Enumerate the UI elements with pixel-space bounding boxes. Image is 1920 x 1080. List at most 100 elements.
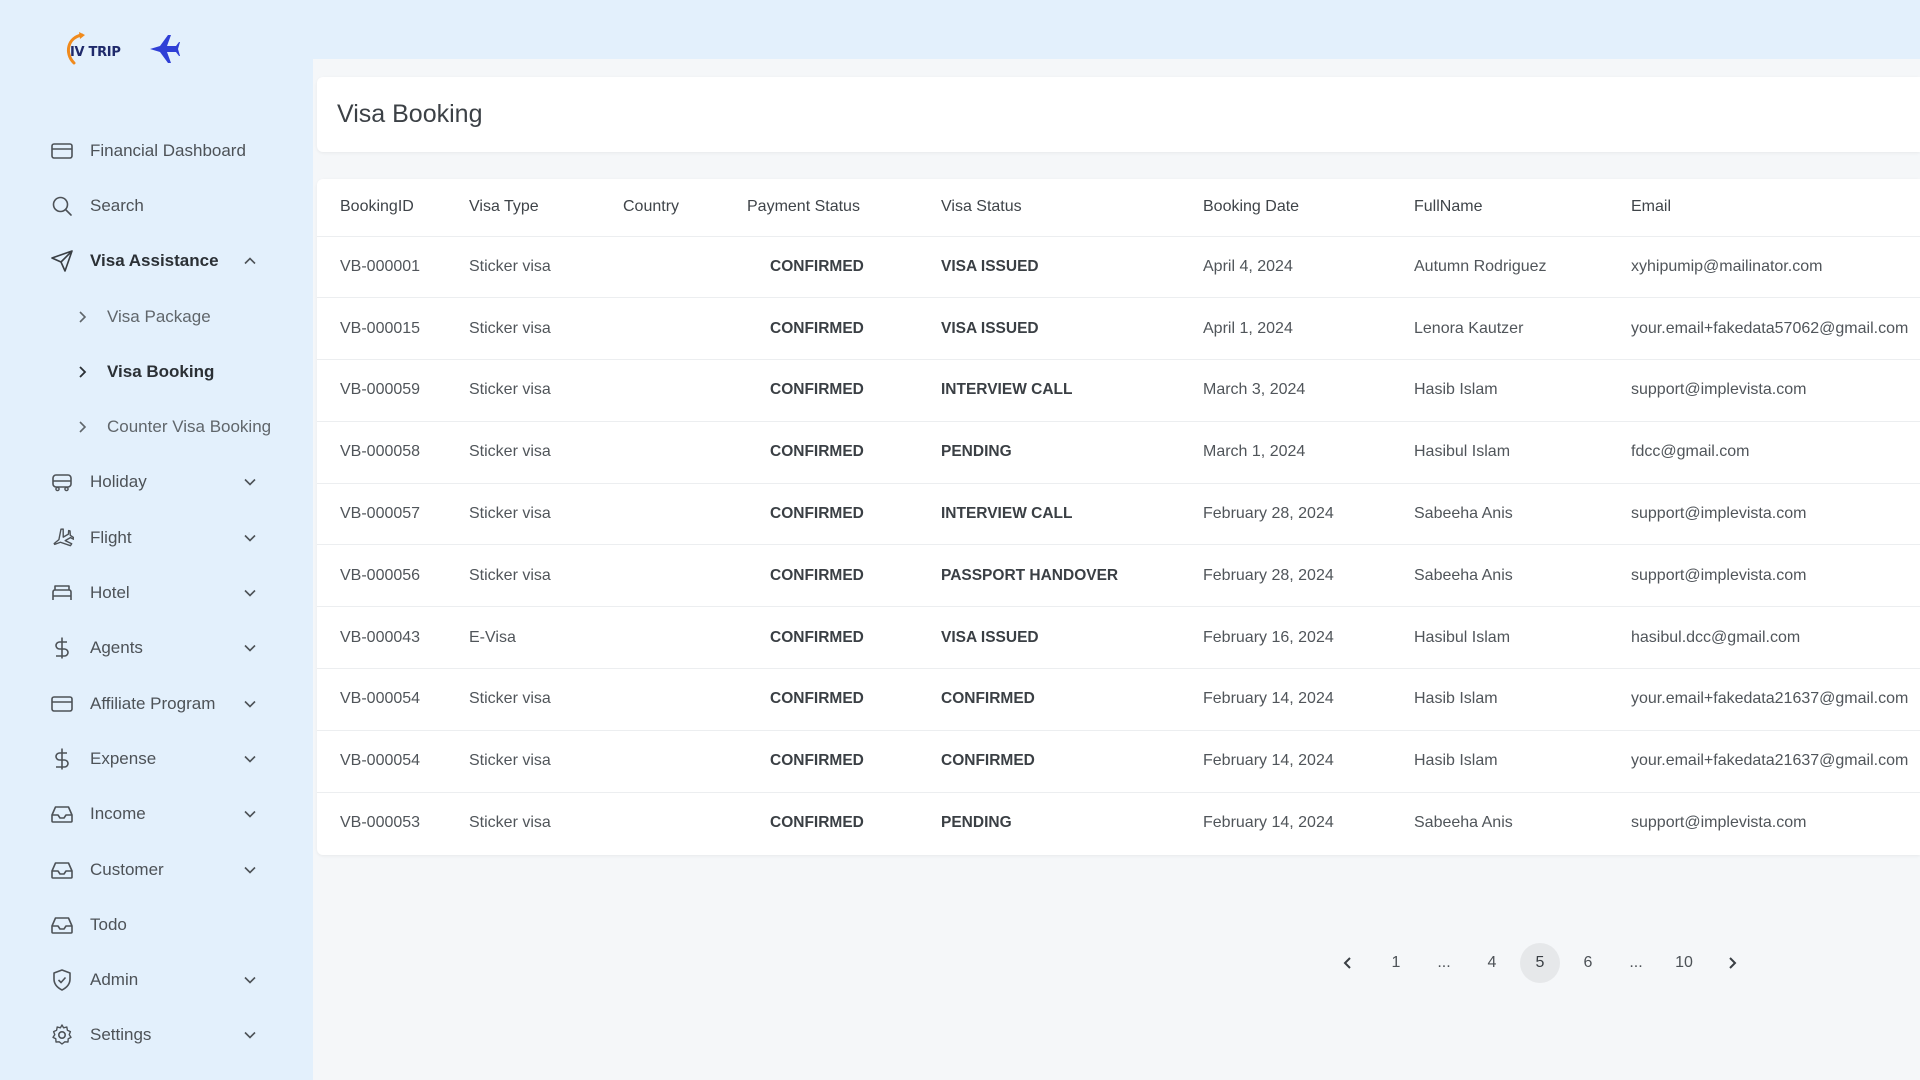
sidebar-item-holiday[interactable]: Holiday [0,455,313,510]
cell-booking-id: VB-000054 [340,752,421,770]
cell-booking-date: February 14, 2024 [1203,690,1334,708]
pagination-page-button[interactable]: 6 [1568,943,1608,983]
cell-full-name: Hasib Islam [1414,690,1498,708]
chevron-down-icon[interactable] [243,752,257,766]
sidebar: IV TRIP Financial Dashboard Search Visa … [0,0,313,1080]
table-row[interactable]: VB-000056 Sticker visa CONFIRMED PASSPORT H… [317,544,1920,607]
cell-payment-status: CONFIRMED [770,505,864,523]
table-row[interactable]: VB-000054 Sticker visa CONFIRMED CONFIRMED F… [317,668,1920,731]
cell-visa-status: CONFIRMED [941,752,1035,770]
sidebar-item-agents[interactable]: Agents [0,621,313,676]
sidebar-item-flight[interactable]: Flight [0,510,313,565]
pagination-page-button[interactable]: 4 [1472,943,1512,983]
column-header-visa-type[interactable]: Visa Type [469,179,623,236]
page-title: Visa Booking [337,100,483,128]
sidebar-item-todo[interactable]: Todo [0,897,313,952]
sidebar-item-expense[interactable]: Expense [0,731,313,786]
column-header-booking-id[interactable]: BookingID [317,179,469,236]
table-row[interactable]: VB-000015 Sticker visa CONFIRMED VISA ISSUE… [317,297,1920,360]
dollar-icon [55,748,69,770]
cell-country [623,545,747,607]
sidebar-item-admin[interactable]: Admin [0,952,313,1007]
sidebar-item-income[interactable]: Income [0,787,313,842]
cell-country [623,236,747,298]
pagination-page-button[interactable]: 5 [1520,943,1560,983]
cell-booking-id: VB-000053 [340,814,421,832]
bus-icon [52,474,72,492]
column-header-booking-date[interactable]: Booking Date [1203,179,1414,236]
chevron-down-icon[interactable] [243,807,257,821]
sidebar-item-visa-assistance[interactable]: Visa Assistance [0,234,313,289]
cell-payment-status: CONFIRMED [770,690,864,708]
pagination: 1... 4 5 6... 10 [1328,943,1760,983]
sidebar-item-label: Affiliate Program [90,693,216,713]
chevron-up-icon[interactable] [243,254,257,268]
column-header-visa-status[interactable]: Visa Status [941,179,1203,236]
sidebar-subitem-counter-visa-booking[interactable]: Counter Visa Booking [0,399,313,454]
cell-visa-type: Sticker visa [469,443,551,461]
chevron-down-icon[interactable] [243,475,257,489]
sidebar-subitem-visa-booking[interactable]: Visa Booking [0,344,313,399]
chevron-down-icon[interactable] [243,973,257,987]
table-row[interactable]: VB-000054 Sticker visa CONFIRMED CONFIRMED F… [317,730,1920,792]
plane-icon [53,528,74,547]
sidebar-item-label: Income [90,804,146,824]
column-header-payment-status[interactable]: Payment Status [747,179,941,236]
sidebar-item-label: Flight [90,527,132,547]
sidebar-item-label: Admin [90,970,139,990]
cell-visa-status: PENDING [941,443,1012,461]
pagination-next-button[interactable] [1712,943,1752,983]
cell-visa-type: Sticker visa [469,381,551,399]
chevron-right-icon [1729,957,1737,969]
cell-visa-type: E-Visa [469,628,516,646]
chevron-down-icon[interactable] [243,1028,257,1042]
cell-visa-type: Sticker visa [469,257,551,275]
pagination-page-button[interactable]: 10 [1664,943,1704,983]
table-row[interactable]: VB-000053 Sticker visa CONFIRMED PENDING Feb… [317,792,1920,854]
column-header-full-name[interactable]: FullName [1414,179,1631,236]
chevron-down-icon[interactable] [243,531,257,545]
sidebar-item-financial-dashboard[interactable]: Financial Dashboard [0,123,313,178]
cell-payment-status: CONFIRMED [770,443,864,461]
main-content: Visa Booking BookingID Visa Type Country… [313,59,1920,1080]
sidebar-item-affiliate-program[interactable]: Affiliate Program [0,676,313,731]
cell-booking-date: April 4, 2024 [1203,257,1293,275]
sidebar-item-hotel[interactable]: Hotel [0,565,313,620]
pagination-page-button[interactable]: 1 [1376,943,1416,983]
chevron-down-icon[interactable] [243,697,257,711]
sidebar-item-label: Search [90,195,144,215]
cell-full-name: Hasib Islam [1414,752,1498,770]
table-row[interactable]: VB-000043 E-Visa CONFIRMED VISA ISSUED Febru… [317,606,1920,669]
cell-visa-type: Sticker visa [469,752,551,770]
gear-icon [52,1024,72,1046]
table-row[interactable]: VB-000058 Sticker visa CONFIRMED PENDING Mar… [317,421,1920,483]
cell-visa-status: VISA ISSUED [941,319,1039,337]
sidebar-item-settings[interactable]: Settings [0,1008,313,1063]
cell-country [623,669,747,731]
cell-booking-id: VB-000056 [340,566,421,584]
pagination-prev-button[interactable] [1328,943,1368,983]
cell-booking-id: VB-000043 [340,628,421,646]
chevron-down-icon[interactable] [243,641,257,655]
cell-email: your.email+fakedata57062@gmail.com [1631,319,1909,337]
table-row[interactable]: VB-000001 Sticker visa CONFIRMED VISA ISSUE… [317,236,1920,298]
column-header-country[interactable]: Country [623,179,747,236]
cell-payment-status: CONFIRMED [770,752,864,770]
chevron-left-icon [1343,957,1351,969]
sidebar-subitem-visa-package[interactable]: Visa Package [0,289,313,344]
cell-payment-status: CONFIRMED [770,257,864,275]
sidebar-item-customer[interactable]: Customer [0,842,313,897]
app-logo[interactable]: IV TRIP [60,26,180,72]
cell-payment-status: CONFIRMED [770,628,864,646]
cell-visa-status: PASSPORT HANDOVER [941,566,1119,584]
sidebar-item-label: Visa Assistance [90,251,219,271]
sidebar-item-search[interactable]: Search [0,178,313,233]
cell-email: xyhipumip@mailinator.com [1631,257,1823,275]
sidebar-subitem-label: Counter Visa Booking [107,417,272,437]
column-header-email[interactable]: Email [1631,179,1920,236]
chevron-down-icon[interactable] [243,586,257,600]
chevron-down-icon[interactable] [243,863,257,877]
table-row[interactable]: VB-000057 Sticker visa CONFIRMED INTERVIEW … [317,483,1920,545]
table-row[interactable]: VB-000059 Sticker visa CONFIRMED INTERVIEW … [317,359,1920,422]
cell-booking-date: February 28, 2024 [1203,505,1334,523]
